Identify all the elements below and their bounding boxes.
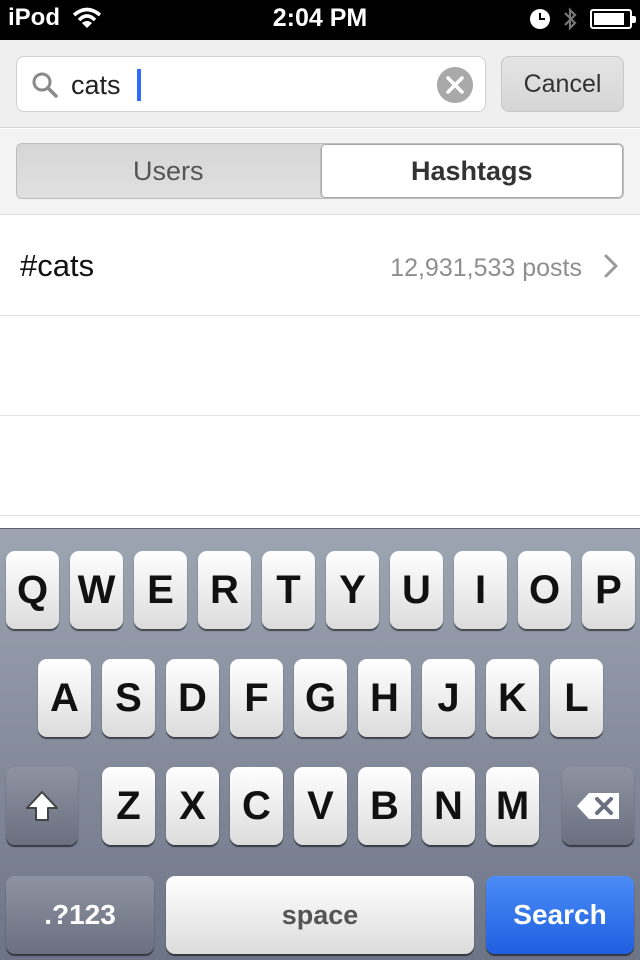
tab-hashtags[interactable]: Hashtags	[319, 144, 623, 198]
key-r[interactable]: R	[198, 551, 251, 629]
key-p[interactable]: P	[582, 551, 635, 629]
key-w[interactable]: W	[70, 551, 123, 629]
cancel-button[interactable]: Cancel	[501, 56, 624, 112]
keyboard: Q W E R T Y U I O P A S D F G H J K L Z …	[0, 528, 640, 960]
key-l[interactable]: L	[550, 659, 603, 737]
status-bar: iPod 2:04 PM	[0, 0, 640, 40]
key-d[interactable]: D	[166, 659, 219, 737]
clear-icon[interactable]	[437, 67, 473, 103]
key-t[interactable]: T	[262, 551, 315, 629]
list-item[interactable]: #cats 12,931,533 posts	[0, 216, 640, 316]
key-z[interactable]: Z	[102, 767, 155, 845]
key-c[interactable]: C	[230, 767, 283, 845]
search-input[interactable]	[71, 57, 431, 113]
empty-row	[0, 416, 640, 516]
shift-key[interactable]	[6, 767, 78, 845]
key-f[interactable]: F	[230, 659, 283, 737]
hashtag-label: #cats	[20, 248, 95, 283]
key-a[interactable]: A	[38, 659, 91, 737]
bluetooth-icon	[564, 7, 577, 31]
key-j[interactable]: J	[422, 659, 475, 737]
segment-bar: Users Hashtags	[0, 129, 640, 215]
post-count: 12,931,533 posts	[390, 254, 582, 282]
results-list: #cats 12,931,533 posts	[0, 216, 640, 528]
delete-key[interactable]	[562, 767, 634, 845]
key-q[interactable]: Q	[6, 551, 59, 629]
key-n[interactable]: N	[422, 767, 475, 845]
text-cursor	[137, 69, 141, 101]
space-key[interactable]: space	[166, 876, 474, 954]
key-k[interactable]: K	[486, 659, 539, 737]
key-y[interactable]: Y	[326, 551, 379, 629]
key-b[interactable]: B	[358, 767, 411, 845]
key-v[interactable]: V	[294, 767, 347, 845]
tab-users[interactable]: Users	[17, 144, 320, 198]
battery-icon	[590, 9, 636, 29]
chevron-right-icon	[604, 254, 618, 278]
key-u[interactable]: U	[390, 551, 443, 629]
search-key[interactable]: Search	[486, 876, 634, 954]
search-header: Cancel	[0, 40, 640, 128]
key-g[interactable]: G	[294, 659, 347, 737]
key-e[interactable]: E	[134, 551, 187, 629]
alarm-clock-icon	[530, 9, 550, 29]
key-m[interactable]: M	[486, 767, 539, 845]
backspace-icon	[577, 793, 619, 819]
shift-icon	[26, 791, 58, 821]
status-right	[530, 6, 636, 32]
key-s[interactable]: S	[102, 659, 155, 737]
search-icon	[32, 72, 58, 98]
key-x[interactable]: X	[166, 767, 219, 845]
key-i[interactable]: I	[454, 551, 507, 629]
segmented-control: Users Hashtags	[16, 143, 624, 199]
key-h[interactable]: H	[358, 659, 411, 737]
key-o[interactable]: O	[518, 551, 571, 629]
empty-row	[0, 316, 640, 416]
symbols-key[interactable]: .?123	[6, 876, 154, 954]
search-box[interactable]	[16, 56, 486, 113]
